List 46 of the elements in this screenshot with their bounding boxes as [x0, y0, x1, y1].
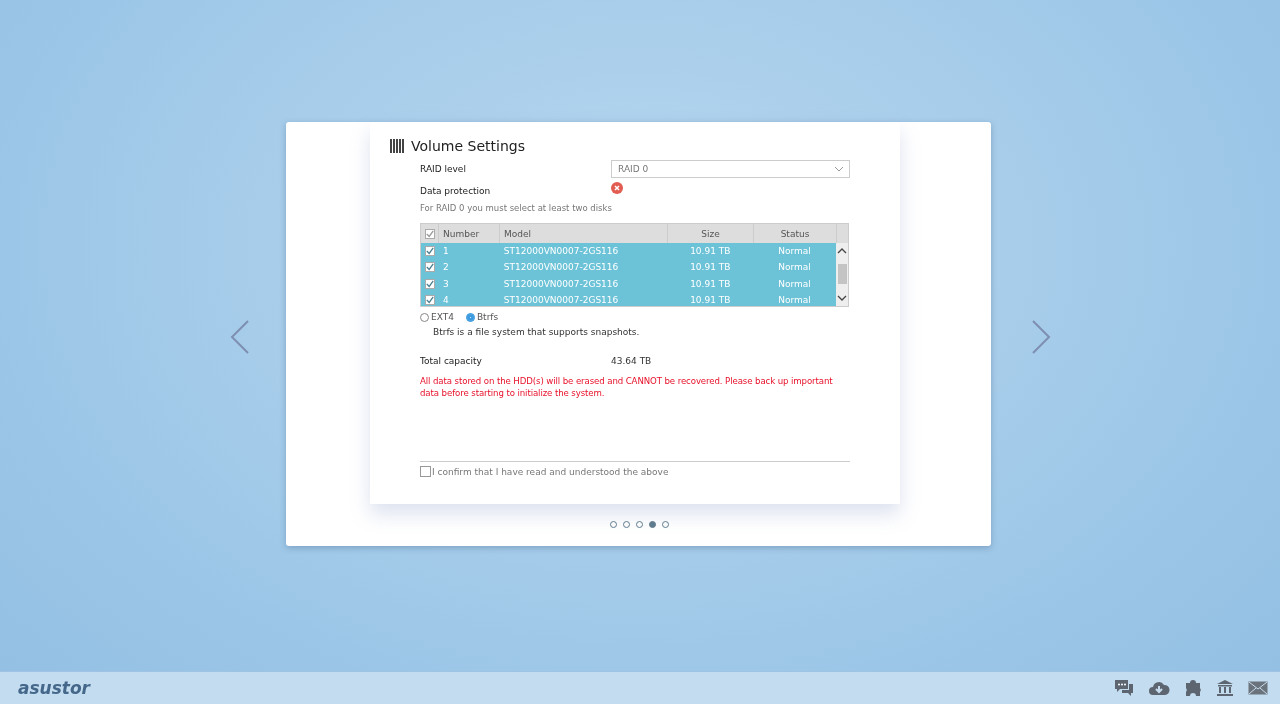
- checkbox[interactable]: [424, 262, 435, 273]
- table-cell-text: 10.91 TB: [689, 262, 732, 273]
- cloud-download-icon[interactable]: [1148, 680, 1170, 696]
- scroll-thumb[interactable]: [837, 264, 847, 285]
- confirm-checkbox[interactable]: I confirm that I have read and understood the above: [420, 466, 669, 477]
- table-cell-text: ST12000VN0007-2GS116: [502, 278, 620, 289]
- table-cell-text: 4: [441, 295, 450, 306]
- hint-text: For RAID 0 you must select at least two disks: [420, 203, 613, 213]
- disk-bars-icon: [390, 139, 404, 153]
- chat-bubbles-icon[interactable]: [1114, 679, 1134, 697]
- description-text: Btrfs is a file system that supports snapshots.: [433, 327, 641, 339]
- table-cell-text: 2: [441, 262, 450, 273]
- table-cell-text: Normal: [777, 278, 812, 289]
- scrollbar[interactable]: [836, 243, 848, 306]
- table-cell-text: Normal: [777, 262, 812, 273]
- checkbox[interactable]: [424, 246, 435, 257]
- radio-option[interactable]: Btrfs: [465, 312, 499, 322]
- raid-level-dropdown[interactable]: RAID 0: [611, 160, 850, 178]
- table-cell-text: 1: [441, 246, 450, 257]
- radio-option[interactable]: EXT4: [420, 312, 454, 322]
- field-label: RAID level: [420, 164, 467, 174]
- table-cell-text: ST12000VN0007-2GS116: [502, 246, 620, 257]
- capacity-value: 43.64 TB: [611, 356, 652, 366]
- warning-text: All data stored on the HDD(s) will be erased and CANNOT be recovered. Please back up important data before starting to initialize the system.: [420, 375, 834, 400]
- logo: asustor: [18, 678, 90, 698]
- checkbox[interactable]: [424, 278, 435, 289]
- scroll-down-icon[interactable]: [837, 294, 847, 301]
- table-cell-text: ST12000VN0007-2GS116: [502, 295, 620, 306]
- mail-icon[interactable]: [1248, 681, 1268, 695]
- checkbox[interactable]: [424, 295, 435, 306]
- field-label: Total capacity: [420, 356, 483, 366]
- checkbox[interactable]: [424, 228, 435, 239]
- table-cell-text: ST12000VN0007-2GS116: [502, 262, 620, 273]
- table-cell-text: 10.91 TB: [689, 278, 732, 289]
- table-cell-text: 10.91 TB: [689, 246, 732, 257]
- table-cell-text: Normal: [777, 295, 812, 306]
- chevron-down-icon: [835, 166, 843, 172]
- puzzle-icon[interactable]: [1184, 679, 1202, 697]
- table-cell-text: Normal: [777, 246, 812, 257]
- page-dot[interactable]: [648, 521, 656, 528]
- table-cell-text: 10.91 TB: [689, 295, 732, 306]
- table-cell-text: 3: [441, 278, 450, 289]
- field-label: Data protection: [420, 186, 492, 196]
- scroll-up-icon[interactable]: [837, 248, 847, 255]
- bank-icon[interactable]: [1216, 679, 1234, 697]
- dialog-title: Volume Settings: [411, 138, 525, 154]
